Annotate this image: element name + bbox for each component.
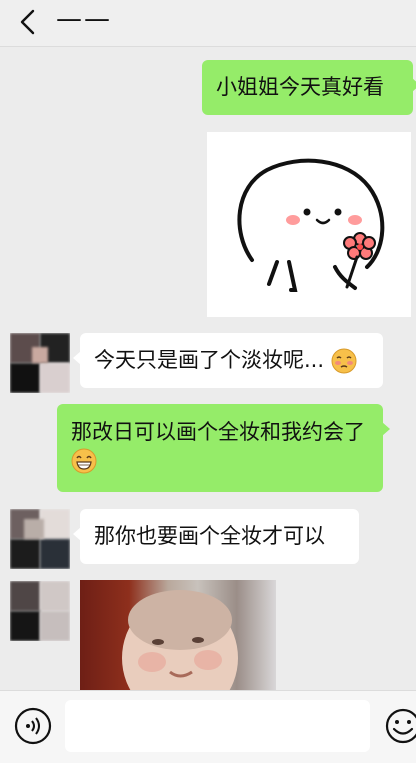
message-text: 今天只是画了个淡妆呢... (94, 348, 325, 372)
shy-face-icon (331, 348, 357, 374)
message-text: 那你也要画个全妆才可以 (94, 524, 325, 548)
cute-blob-holding-flower-sticker (237, 158, 385, 292)
chubby-baby-photo (122, 590, 238, 690)
emoji-icon[interactable] (384, 707, 416, 745)
chat-title: —— (56, 4, 112, 34)
message-list[interactable]: 小姐姐今天真好看 今天只是画了个淡妆呢... 那改日可以画个全妆和我约会了 那你… (0, 47, 416, 690)
avatar[interactable] (10, 509, 70, 569)
chat-header: —— (0, 0, 416, 47)
message-bubble-incoming[interactable]: 那你也要画个全妆才可以 (73, 509, 359, 564)
message-image[interactable] (80, 580, 276, 690)
grin-face-icon (71, 448, 97, 474)
message-sticker[interactable] (207, 132, 411, 317)
avatar[interactable] (10, 581, 70, 641)
avatar[interactable] (10, 333, 70, 393)
voice-icon[interactable] (14, 707, 52, 745)
message-text: 小姐姐今天真好看 (216, 75, 384, 99)
message-bubble-outgoing[interactable]: 那改日可以画个全妆和我约会了 (57, 404, 390, 492)
message-input[interactable] (65, 700, 370, 752)
message-text: 那改日可以画个全妆和我约会了 (71, 420, 365, 444)
message-bubble-outgoing[interactable]: 小姐姐今天真好看 (202, 60, 416, 115)
chevron-left-icon[interactable] (16, 8, 40, 36)
message-bubble-incoming[interactable]: 今天只是画了个淡妆呢... (73, 333, 383, 388)
